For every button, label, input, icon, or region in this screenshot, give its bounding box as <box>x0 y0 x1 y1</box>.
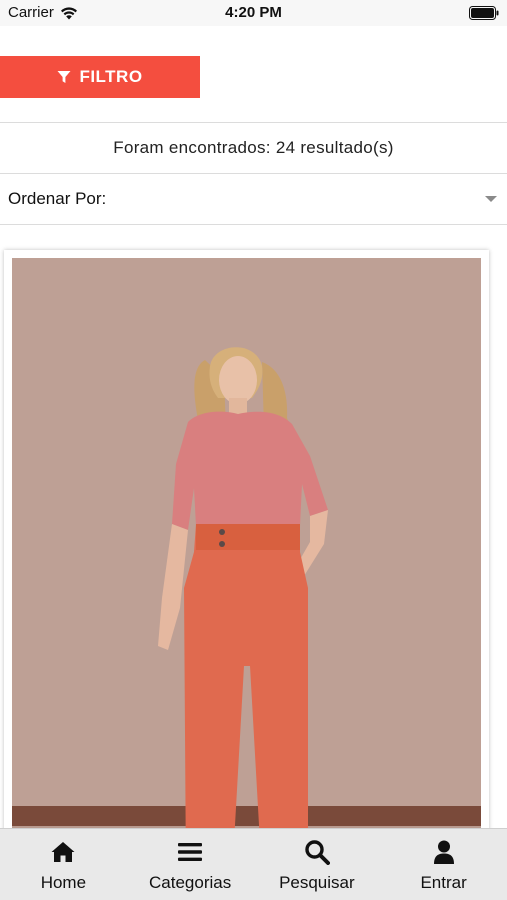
results-count-text: Foram encontrados: 24 resultado(s) <box>113 138 394 157</box>
tab-pesquisar-label: Pesquisar <box>279 873 355 892</box>
home-icon <box>51 842 75 862</box>
filter-button-label: FILTRO <box>79 67 143 86</box>
search-icon <box>305 840 330 865</box>
sort-label: Ordenar Por: <box>8 189 107 208</box>
battery-icon <box>469 6 499 20</box>
user-icon <box>433 840 454 864</box>
filter-icon <box>57 71 71 83</box>
bottom-tab-bar: Home Categorias Pesquisar Entrar <box>0 828 507 900</box>
tab-home[interactable]: Home <box>0 829 127 900</box>
tab-pesquisar[interactable]: Pesquisar <box>254 829 381 900</box>
menu-icon <box>178 843 203 861</box>
tab-home-label: Home <box>40 873 87 892</box>
product-card[interactable] <box>4 250 489 870</box>
filter-button[interactable]: FILTRO <box>0 56 200 98</box>
chevron-down-icon <box>485 196 497 202</box>
divider <box>0 224 507 225</box>
tab-categorias-label: Categorias <box>149 873 232 892</box>
tab-entrar[interactable]: Entrar <box>380 829 507 900</box>
status-bar: Carrier 4:20 PM <box>0 0 507 26</box>
divider <box>0 122 507 123</box>
status-time: 4:20 PM <box>225 4 282 21</box>
tab-entrar-label: Entrar <box>420 873 467 892</box>
product-image <box>12 258 481 870</box>
tab-categorias[interactable]: Categorias <box>127 829 254 900</box>
sort-select[interactable]: Ordenar Por: <box>0 174 507 224</box>
